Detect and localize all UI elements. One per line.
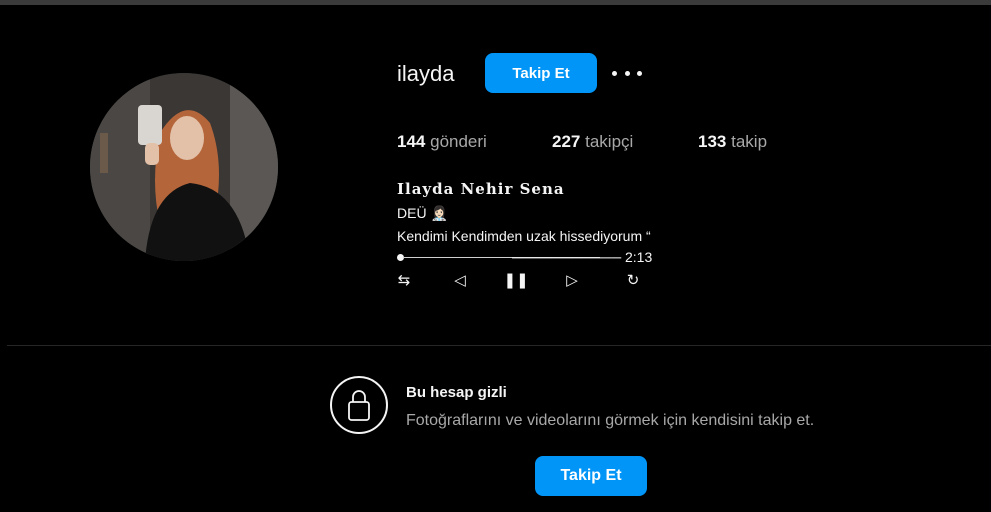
posts-label: gönderi [430,132,487,151]
stat-following[interactable]: 133 takip [698,131,767,153]
dot-icon [637,70,642,76]
profile-username: ilayda [397,61,455,86]
shuffle-icon: ⇆ [397,272,411,289]
dot-icon [612,70,617,76]
follow-button[interactable]: Takip Et [485,53,597,93]
window-top-border [0,0,991,5]
profile-full-name: Ilayda Nehir Sena [397,180,565,198]
lock-icon [330,376,388,434]
pause-icon: ❚❚ [503,272,529,289]
private-account-title: Bu hesap gizli [406,384,507,401]
private-account-description: Fotoğraflarını ve videolarını görmek içi… [406,412,815,429]
following-label: takip [731,132,768,151]
dot-icon [624,70,630,76]
following-count: 133 [698,132,727,151]
previous-icon: ◁ [454,272,466,289]
section-divider [7,345,991,346]
music-time: ─────────── 2:13 [512,249,653,265]
bio-line: ─────────── 2:13 [512,248,652,266]
followers-count: 227 [552,132,581,151]
bio-line: DEÜ 👩🏻‍⚕️ [397,205,448,221]
profile-avatar[interactable] [90,73,278,261]
more-options-icon[interactable] [612,63,642,83]
repeat-icon: ↻ [626,272,640,289]
posts-count: 144 [397,132,426,151]
followers-label: takipçi [585,132,634,151]
follow-button-bottom[interactable]: Takip Et [535,456,647,496]
stat-posts: 144 gönderi [397,131,487,153]
next-icon: ▷ [566,272,578,289]
stat-followers[interactable]: 227 takipçi [552,131,633,153]
avatar-photo-icon [90,73,278,261]
bio-line: Kendimi Kendimden uzak hissediyorum “ [397,228,651,244]
